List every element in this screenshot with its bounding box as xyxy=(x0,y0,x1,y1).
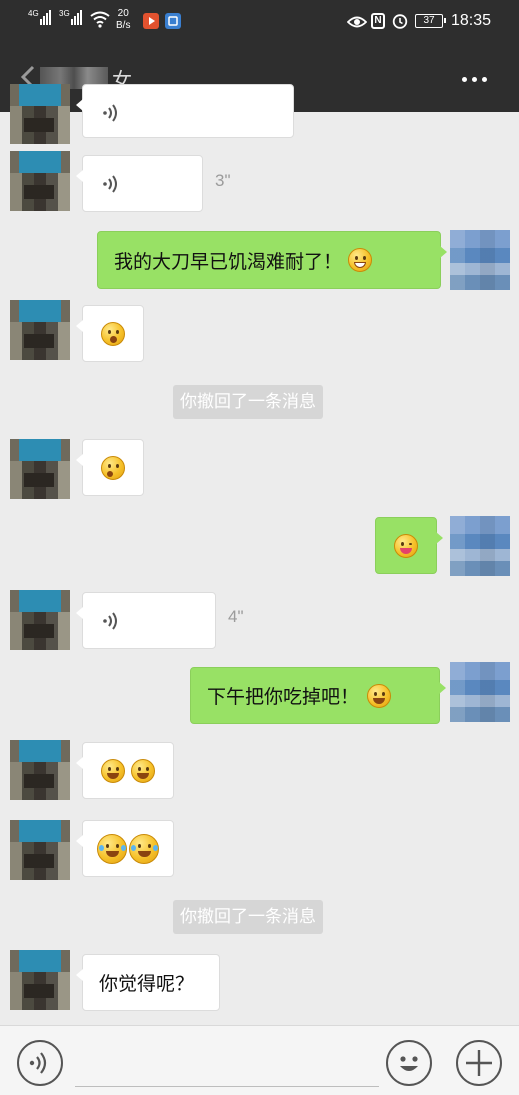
recall-notice: 你撤回了一条消息 xyxy=(173,385,323,419)
alarm-clock-icon xyxy=(392,14,408,29)
status-bar: 4G 3G 20 B/s N 37 18:35 xyxy=(0,0,519,44)
plus-button[interactable] xyxy=(456,1040,502,1086)
voice-message-bubble[interactable] xyxy=(76,84,294,138)
network-speed: 20 B/s xyxy=(116,8,130,32)
friend-avatar[interactable] xyxy=(10,151,70,211)
signal-2-label: 3G xyxy=(59,9,70,18)
emoji-message-bubble[interactable] xyxy=(76,820,174,877)
message-text: 下午把你吃掉吧！ xyxy=(207,687,360,708)
friend-avatar[interactable] xyxy=(10,740,70,800)
friend-avatar[interactable] xyxy=(10,950,70,1010)
network-speed-unit: B/s xyxy=(116,20,131,31)
clock-time: 18:35 xyxy=(451,12,492,29)
friend-avatar[interactable] xyxy=(10,84,70,144)
emoji-message-bubble[interactable] xyxy=(76,439,144,496)
grinning-teeth-emoji-icon xyxy=(348,248,373,272)
input-bar xyxy=(0,1025,519,1095)
voice-message-bubble[interactable] xyxy=(76,155,203,212)
tears-of-joy-emoji-icon xyxy=(97,833,127,864)
message-text: 我的大刀早已饥渴难耐了！ xyxy=(114,251,343,273)
battery-level: 37 xyxy=(423,15,435,26)
tongue-wink-emoji-icon xyxy=(394,533,418,558)
voice-wave-icon xyxy=(103,612,117,630)
dizzy-face-emoji-icon xyxy=(101,455,125,480)
voice-wave-icon xyxy=(103,104,117,122)
eye-comfort-icon xyxy=(347,16,367,28)
plus-icon xyxy=(466,1050,492,1076)
cellular-signal-1-icon: 4G xyxy=(28,10,51,25)
voice-duration: 4" xyxy=(228,607,244,626)
emoji-message-bubble[interactable] xyxy=(76,305,144,362)
video-app-notification-icon xyxy=(143,13,159,29)
text-message-bubble[interactable]: 我的大刀早已饥渴难耐了！ xyxy=(97,231,447,289)
nfc-icon: N xyxy=(371,13,385,29)
friend-avatar[interactable] xyxy=(10,820,70,880)
cellular-signal-2-icon: 3G xyxy=(59,10,82,25)
message-input[interactable] xyxy=(75,1042,379,1087)
emoji-smiley-icon xyxy=(400,1056,418,1071)
signal-1-label: 4G xyxy=(28,9,39,18)
emoji-message-bubble[interactable] xyxy=(76,742,174,799)
surprised-face-emoji-icon xyxy=(101,321,125,346)
app-notification-icon xyxy=(165,13,181,29)
voice-message-bubble[interactable] xyxy=(76,592,216,649)
text-message-bubble[interactable]: 你觉得呢？ xyxy=(76,954,220,1011)
emoji-message-bubble[interactable] xyxy=(375,517,443,574)
voice-toggle-button[interactable] xyxy=(17,1040,63,1086)
message-text: 你觉得呢？ xyxy=(99,974,195,995)
self-avatar[interactable] xyxy=(450,516,510,576)
network-speed-value: 20 xyxy=(117,8,129,19)
voice-wave-icon xyxy=(103,175,117,193)
battery-icon: 37 xyxy=(415,14,446,28)
emoji-button[interactable] xyxy=(386,1040,432,1086)
friend-avatar[interactable] xyxy=(10,590,70,650)
tears-of-joy-emoji-icon xyxy=(129,833,159,864)
self-avatar[interactable] xyxy=(450,662,510,722)
text-message-bubble[interactable]: 下午把你吃掉吧！ xyxy=(190,667,446,724)
more-dots-icon[interactable] xyxy=(462,77,487,82)
grinning-emoji-icon xyxy=(367,683,392,708)
recall-notice: 你撤回了一条消息 xyxy=(173,900,323,934)
voice-toggle-icon xyxy=(29,1052,47,1074)
grinning-emoji-icon xyxy=(101,758,125,783)
friend-avatar[interactable] xyxy=(10,439,70,499)
wifi-icon xyxy=(90,11,110,28)
friend-avatar[interactable] xyxy=(10,300,70,360)
grinning-emoji-icon xyxy=(131,758,155,783)
voice-duration: 3" xyxy=(215,171,231,190)
self-avatar[interactable] xyxy=(450,230,510,290)
